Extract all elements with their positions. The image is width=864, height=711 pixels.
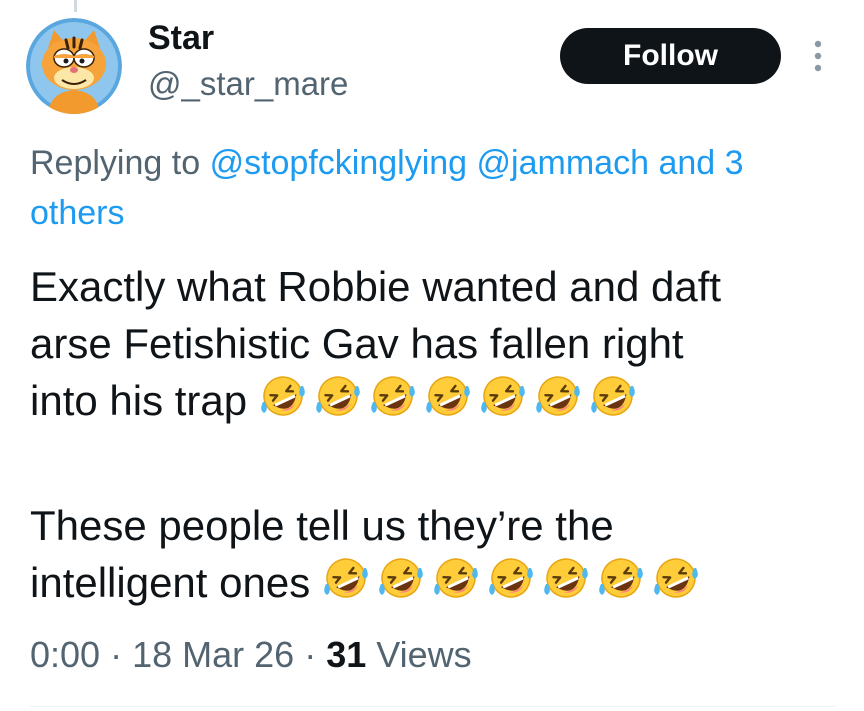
rofl-emoji-icon — [654, 558, 698, 598]
emoji-row — [257, 372, 639, 420]
tweet-text-line: into his trap — [30, 372, 639, 429]
author-handle[interactable]: @_star_mare — [148, 64, 348, 104]
tweet-text-line: These people tell us they’re the — [30, 502, 614, 549]
others-link[interactable]: others — [30, 188, 125, 238]
rofl-emoji-icon — [544, 558, 588, 598]
meta-separator: · — [304, 634, 317, 675]
tweet-text-line: arse Fetishistic Gav has fallen right — [30, 320, 684, 367]
rofl-emoji-icon — [426, 376, 470, 416]
follow-button[interactable]: Follow — [560, 28, 781, 84]
garfield-avatar-icon — [26, 18, 122, 114]
rofl-emoji-icon — [591, 376, 635, 416]
rofl-emoji-icon — [481, 376, 525, 416]
rofl-emoji-icon — [434, 558, 478, 598]
rofl-emoji-icon — [316, 376, 360, 416]
replying-to-line: Replying to @stopfckinglying @jammach an… — [30, 136, 864, 190]
meta-separator: · — [110, 634, 123, 675]
tweet-detail: Star @_star_mare Follow Replying to @sto… — [0, 0, 864, 711]
divider — [30, 706, 836, 707]
rofl-emoji-icon — [599, 558, 643, 598]
author-display-name[interactable]: Star — [148, 18, 214, 58]
tweet-date[interactable]: 18 Mar 26 — [132, 634, 294, 675]
rofl-emoji-icon — [324, 558, 368, 598]
rofl-emoji-icon — [261, 376, 305, 416]
mention-link[interactable]: @stopfckinglying — [210, 144, 468, 182]
views-count: 31 — [326, 634, 367, 675]
emoji-row — [320, 554, 702, 602]
tweet-metadata: 0:00 · 18 Mar 26 · 31 Views — [30, 630, 472, 680]
tweet-text-segment: intelligent ones — [30, 559, 311, 606]
replying-to-label: Replying to — [30, 144, 201, 182]
and-others-link[interactable]: and 3 — [658, 144, 743, 182]
tweet-text-line: intelligent ones — [30, 554, 702, 611]
author-avatar[interactable] — [26, 18, 122, 114]
rofl-emoji-icon — [489, 558, 533, 598]
mention-link[interactable]: @jammach — [477, 144, 649, 182]
tweet-text-segment: into his trap — [30, 377, 248, 424]
tweet-time[interactable]: 0:00 — [30, 634, 100, 675]
rofl-emoji-icon — [379, 558, 423, 598]
more-vertical-icon[interactable] — [806, 38, 830, 74]
rofl-emoji-icon — [536, 376, 580, 416]
thread-connector-line — [74, 0, 77, 12]
tweet-text-line: Exactly what Robbie wanted and daft — [30, 263, 722, 310]
rofl-emoji-icon — [371, 376, 415, 416]
views-label: Views — [376, 634, 472, 675]
